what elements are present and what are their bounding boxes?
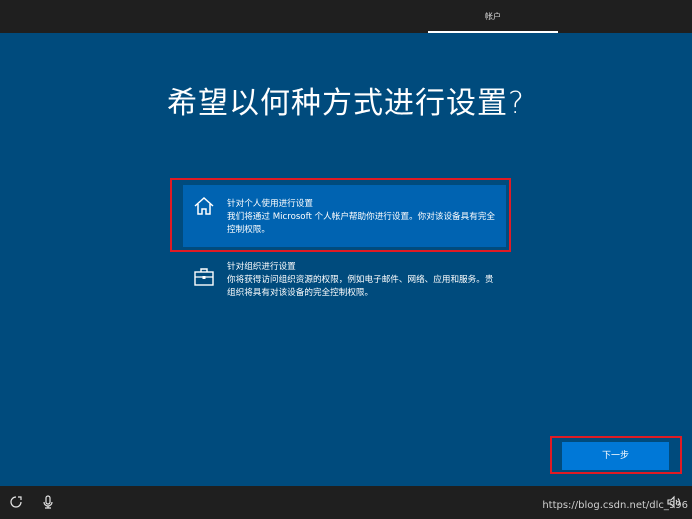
ease-of-access-icon[interactable]	[8, 494, 24, 510]
option-organization-text: 针对组织进行设置 你将获得访问组织资源的权限，例如电子邮件、网络、应用和服务。贵…	[227, 261, 497, 300]
next-button[interactable]: 下一步	[562, 442, 669, 470]
watermark-text: https://blog.csdn.net/dlc_996	[542, 500, 688, 511]
option-personal-text: 针对个人使用进行设置 我们将通过 Microsoft 个人帐户帮助你进行设置。你…	[227, 198, 497, 237]
page-title: 希望以何种方式进行设置?	[167, 86, 525, 121]
microphone-icon[interactable]	[40, 494, 56, 510]
option-personal-title: 针对个人使用进行设置	[227, 199, 313, 209]
option-organization-setup[interactable]: 针对组织进行设置 你将获得访问组织资源的权限，例如电子邮件、网络、应用和服务。贵…	[183, 256, 506, 306]
option-personal-setup[interactable]: 针对个人使用进行设置 我们将通过 Microsoft 个人帐户帮助你进行设置。你…	[183, 185, 506, 247]
briefcase-icon	[194, 268, 214, 286]
option-organization-description: 你将获得访问组织资源的权限，例如电子邮件、网络、应用和服务。贵组织将具有对该设备…	[227, 275, 494, 298]
top-bar	[0, 0, 692, 33]
tab-account[interactable]: 帐户	[428, 0, 558, 33]
option-personal-description: 我们将通过 Microsoft 个人帐户帮助你进行设置。你对该设备具有完全控制权…	[227, 212, 496, 235]
home-icon	[194, 196, 214, 215]
option-organization-title: 针对组织进行设置	[227, 262, 296, 272]
